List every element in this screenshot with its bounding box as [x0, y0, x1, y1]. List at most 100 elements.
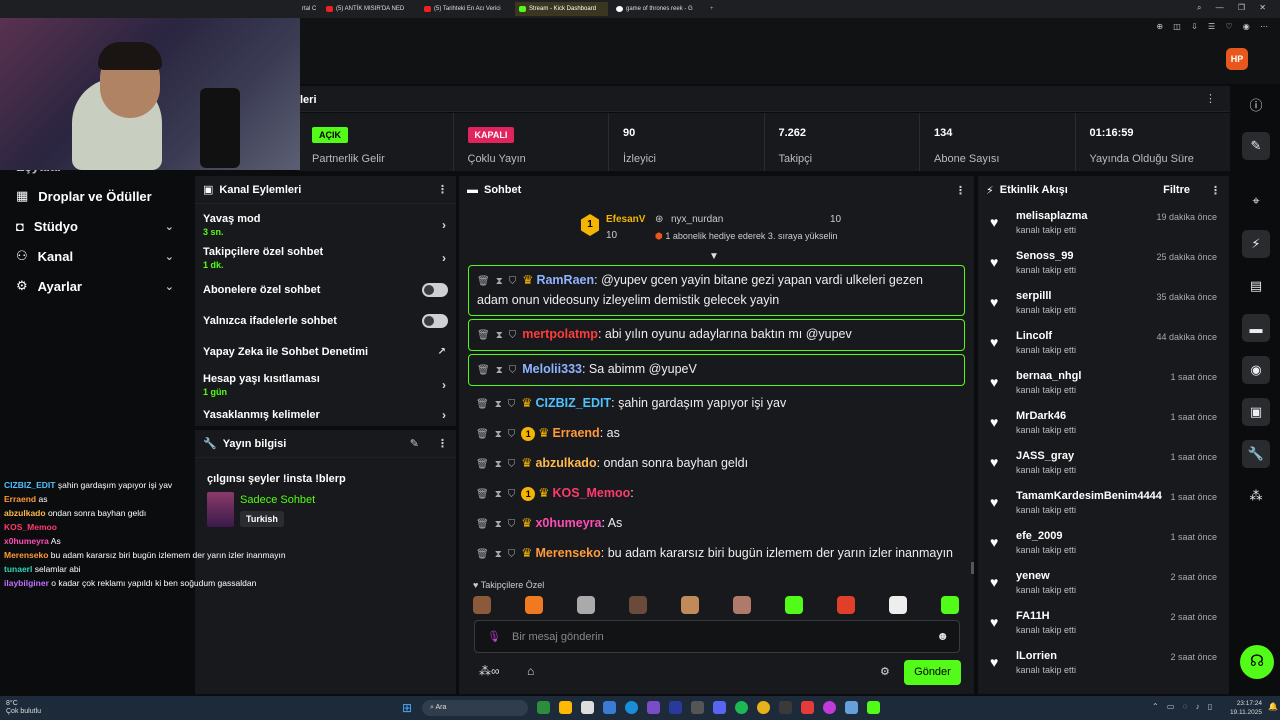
browser-tab[interactable]: (5) ANTİK MISIR'DA NED — [322, 2, 414, 16]
notification-bell-icon[interactable]: 🔔 — [1268, 702, 1278, 711]
file-explorer-icon[interactable] — [559, 701, 572, 714]
more-options-icon[interactable]: ⋮ — [955, 184, 966, 197]
info-icon[interactable]: ⓘ — [1242, 90, 1270, 118]
subscribers-only-toggle[interactable] — [422, 282, 448, 297]
shield-icon[interactable]: ⛉ — [509, 330, 517, 341]
event-username[interactable]: bernaa_nhgl — [1016, 370, 1081, 382]
chat-username[interactable]: RamRaen — [536, 273, 594, 287]
event-username[interactable]: melisaplazma — [1016, 210, 1088, 222]
discord-icon[interactable] — [713, 701, 726, 714]
delete-icon[interactable]: 🗑 — [477, 365, 490, 376]
expand-icon[interactable]: ▼ — [709, 251, 719, 262]
chat-message[interactable]: 🗑 ⧗ ⛉ ♛ abzulkado: ondan sonra bayhan geldı — [468, 449, 965, 479]
emote-icon[interactable] — [473, 596, 491, 614]
windows-start-icon[interactable]: ⊞ — [402, 701, 412, 715]
layout-icon[interactable]: ▣ — [1242, 398, 1270, 426]
taskbar-clock[interactable]: 23:17:24 19.11.2025 — [1228, 699, 1262, 717]
slow-mode-setting[interactable]: Yavaş mod 3 sn. › — [195, 208, 456, 241]
emote-icon[interactable] — [941, 596, 959, 614]
emote-icon[interactable] — [837, 596, 855, 614]
kicks-icon[interactable]: ⁂∞ — [479, 664, 500, 678]
emote-icon[interactable] — [681, 596, 699, 614]
chat-scrollbar[interactable] — [971, 562, 974, 574]
more-options-icon[interactable]: ⋮ — [1205, 92, 1216, 105]
shield-icon[interactable]: ⛉ — [509, 276, 517, 287]
followers-only-setting[interactable]: Takipçilere özel sohbet 1 dk. › — [195, 241, 456, 274]
more-options-icon[interactable]: ⋮ — [437, 183, 448, 196]
chat-username[interactable]: CIZBIZ_EDIT — [535, 396, 611, 410]
emoji-icon[interactable]: ☻ — [936, 629, 949, 643]
chat-message[interactable]: 🗑 ⧗ ⛉ ♛ RamRaen: @yupev gcen yayin bitane ge… — [468, 265, 965, 316]
event-username[interactable]: serpilll — [1016, 290, 1076, 302]
browser-tab[interactable]: (5) Tarihteki En Acı Verici — [420, 2, 512, 16]
sidebar-item-studio[interactable]: ◘ Stüdyo ⌄ — [0, 211, 192, 241]
support-headset-icon[interactable]: ☊ — [1240, 645, 1274, 679]
window-controls[interactable]: ⌕ — ❐ ✕ — [1197, 3, 1272, 13]
spotify-icon[interactable] — [735, 701, 748, 714]
app-icon[interactable] — [779, 701, 792, 714]
send-button[interactable]: Gönder — [904, 660, 961, 685]
store-icon[interactable]: ⌂ — [527, 664, 534, 678]
browser-toolbar-icons[interactable]: ⊕ ◫ ⇩ ☰ ♡ ◉ ⋯ — [1156, 22, 1272, 31]
weather-widget[interactable]: 8°C Çok bulutlu — [6, 700, 41, 716]
user-avatar[interactable]: HP — [1226, 48, 1248, 70]
timeout-icon[interactable]: ⧗ — [496, 330, 503, 341]
filter-button[interactable]: Filtre — [1163, 184, 1190, 196]
chat-message[interactable]: 🗑 ⧗ ⛉ 1 ♛ Erraend: as — [468, 419, 965, 449]
apps-icon[interactable]: ⁂ — [1242, 482, 1270, 510]
chat-message[interactable]: 🗑 ⧗ ⛉ Melolii333: Sa abimm @yupeV — [468, 354, 965, 386]
app-icon[interactable] — [823, 701, 836, 714]
emote-icon[interactable] — [629, 596, 647, 614]
delete-icon[interactable]: 🗑 — [477, 330, 490, 341]
broadcast-icon[interactable]: ◉ — [1242, 356, 1270, 384]
chat-username[interactable]: KOS_Memoo — [552, 486, 630, 500]
delete-icon[interactable]: 🗑 — [476, 429, 489, 440]
shield-icon[interactable]: ⛉ — [508, 429, 516, 440]
event-username[interactable]: lLorrien — [1016, 650, 1076, 662]
emote-icon[interactable] — [889, 596, 907, 614]
app-icon[interactable] — [845, 701, 858, 714]
lightning-icon[interactable]: ⚡ — [1242, 230, 1270, 258]
timeout-icon[interactable]: ⧗ — [495, 549, 502, 560]
event-username[interactable]: JASS_gray — [1016, 450, 1076, 462]
emote-icon[interactable] — [525, 596, 543, 614]
emote-icon[interactable] — [577, 596, 595, 614]
xbox-icon[interactable] — [537, 701, 550, 714]
event-username[interactable]: Senoss_99 — [1016, 250, 1076, 262]
banned-words-setting[interactable]: Yasaklanmış kelimeler › — [195, 401, 456, 429]
shield-icon[interactable]: ⛉ — [508, 549, 516, 560]
account-age-setting[interactable]: Hesap yaşı kısıtlaması 1 gün › — [195, 368, 456, 401]
timeout-icon[interactable]: ⧗ — [495, 489, 502, 500]
more-options-icon[interactable]: ⋮ — [437, 437, 448, 450]
app-icon[interactable] — [691, 701, 704, 714]
emote-only-toggle[interactable] — [422, 313, 448, 328]
wrench-icon[interactable]: 🔧 — [1242, 440, 1270, 468]
chat-message[interactable]: 🗑 ⧗ ⛉ 1 ♛ KOS_Memoo: — [468, 479, 965, 509]
shield-icon[interactable]: ⛉ — [508, 519, 516, 530]
chat-message[interactable]: 🗑 ⧗ ⛉ ♛ Merenseko: bu adam kararsız biri bug… — [468, 539, 965, 569]
chat-bubble-icon[interactable]: ▬ — [1242, 314, 1270, 342]
document-icon[interactable]: ▤ — [1242, 272, 1270, 300]
delete-icon[interactable]: 🗑 — [476, 459, 489, 470]
event-username[interactable]: TamamKardesimBenim4444 — [1016, 490, 1162, 502]
gear-icon[interactable]: ⚙ — [880, 665, 890, 678]
ai-moderation-setting[interactable]: Yapay Zeka ile Sohbet Denetimi ↗ — [195, 336, 456, 368]
timeout-icon[interactable]: ⧗ — [495, 429, 502, 440]
timeout-icon[interactable]: ⧗ — [496, 365, 503, 376]
timeout-icon[interactable]: ⧗ — [496, 276, 503, 287]
new-tab-button[interactable]: + — [706, 2, 720, 16]
focus-icon[interactable]: ⌖ — [1242, 187, 1270, 215]
chat-username[interactable]: mertpolatmp — [522, 327, 598, 341]
delete-icon[interactable]: 🗑 — [476, 519, 489, 530]
edit-icon[interactable]: ✎ — [410, 437, 419, 450]
emote-icon[interactable] — [785, 596, 803, 614]
chat-username[interactable]: Erraend — [552, 426, 599, 440]
chat-message[interactable]: 🗑 ⧗ ⛉ mertpolatmp: abi yılın oyunu adayları… — [468, 319, 965, 351]
event-username[interactable]: efe_2009 — [1016, 530, 1076, 542]
chat-username[interactable]: Merenseko — [535, 546, 600, 560]
chrome-icon[interactable] — [757, 701, 770, 714]
chat-username[interactable]: abzulkado — [535, 456, 596, 470]
browser-tab[interactable]: game of thrones reek - G — [612, 2, 704, 16]
message-input[interactable]: 🎙 Bir mesaj gönderin ☻ — [474, 620, 960, 653]
delete-icon[interactable]: 🗑 — [476, 489, 489, 500]
